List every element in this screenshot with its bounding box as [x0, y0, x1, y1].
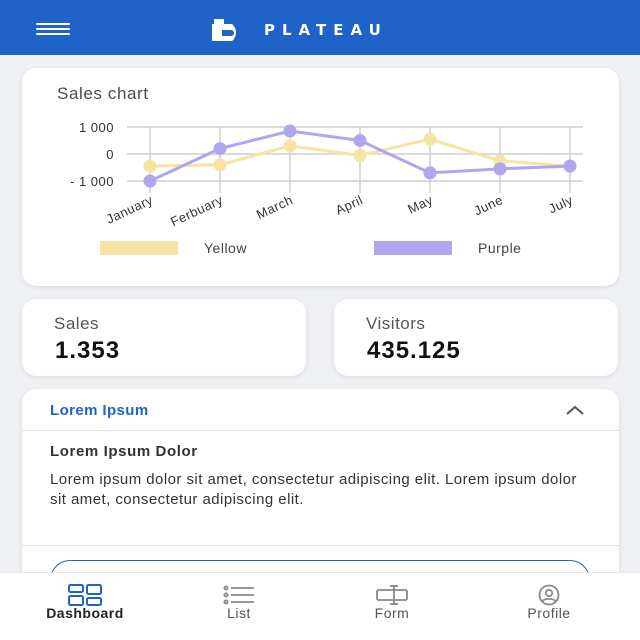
data-point — [213, 142, 227, 156]
accordion-title: Lorem Ipsum — [50, 402, 149, 419]
x-tick-label: Ferbuary — [168, 192, 225, 229]
x-tick-label: May — [405, 192, 435, 217]
data-point — [493, 162, 507, 176]
form-icon — [376, 585, 408, 605]
sales-stat-card: Sales 1.353 — [22, 299, 306, 376]
top-app-bar: PLATEAU — [0, 0, 640, 55]
sales-line-chart: 1 000 0 - 1 000 January Ferbuary March April Ma… — [70, 120, 583, 256]
legend-label: Yellow — [204, 240, 247, 256]
nav-label: Dashboard — [46, 605, 124, 621]
nav-label: Form — [374, 605, 410, 621]
accordion-body: Lorem ipsum dolor sit amet, consectetur … — [50, 471, 577, 508]
data-point — [423, 132, 437, 146]
brand: PLATEAU — [212, 18, 388, 42]
y-tick-label: 1 000 — [79, 120, 114, 135]
legend-swatch — [374, 241, 452, 255]
dashboard-grid-icon — [68, 584, 102, 606]
accordion-subtitle: Lorem Ipsum Dolor — [50, 443, 198, 460]
legend-label: Purple — [478, 240, 521, 256]
data-point — [283, 124, 297, 138]
stat-label: Sales — [54, 314, 100, 333]
data-point — [423, 166, 437, 180]
data-point — [563, 159, 577, 173]
data-point — [143, 159, 157, 173]
stat-value: 435.125 — [367, 337, 461, 364]
stat-label: Visitors — [366, 314, 426, 333]
divider — [22, 545, 619, 546]
profile-icon — [538, 584, 560, 606]
y-tick-label: - 1 000 — [70, 174, 114, 189]
data-point — [213, 158, 227, 172]
data-point — [353, 134, 367, 147]
list-icon — [223, 585, 254, 605]
x-tick-label: July — [546, 192, 575, 216]
plateau-logo-icon — [212, 19, 237, 41]
accordion-header[interactable]: Lorem Ipsum — [22, 389, 619, 431]
nav-item-dashboard[interactable]: Dashboard — [10, 573, 160, 640]
visitors-stat-card: Visitors 435.125 — [334, 299, 618, 376]
x-tick-label: March — [254, 192, 295, 222]
chevron-up-icon[interactable] — [564, 403, 586, 417]
nav-label: Profile — [527, 605, 571, 621]
x-tick-label: April — [333, 192, 365, 218]
nav-item-profile[interactable]: Profile — [474, 573, 624, 640]
x-tick-label: January — [104, 192, 155, 227]
hamburger-menu-icon[interactable] — [36, 21, 70, 37]
stat-value: 1.353 — [55, 337, 121, 364]
nav-item-form[interactable]: Form — [317, 573, 467, 640]
legend-swatch — [100, 241, 178, 255]
data-point — [353, 148, 367, 162]
y-tick-label: 0 — [106, 147, 114, 162]
x-tick-label: June — [472, 192, 506, 218]
data-point — [143, 174, 157, 188]
nav-item-list[interactable]: List — [164, 573, 314, 640]
bottom-navigation: Dashboard List Form Profile — [0, 572, 640, 640]
brand-name: PLATEAU — [264, 21, 388, 39]
data-point — [283, 139, 297, 153]
sales-chart-card: Sales chart 1 000 0- 1 000 January Ferbuary… — [22, 68, 619, 286]
nav-label: List — [227, 605, 251, 621]
